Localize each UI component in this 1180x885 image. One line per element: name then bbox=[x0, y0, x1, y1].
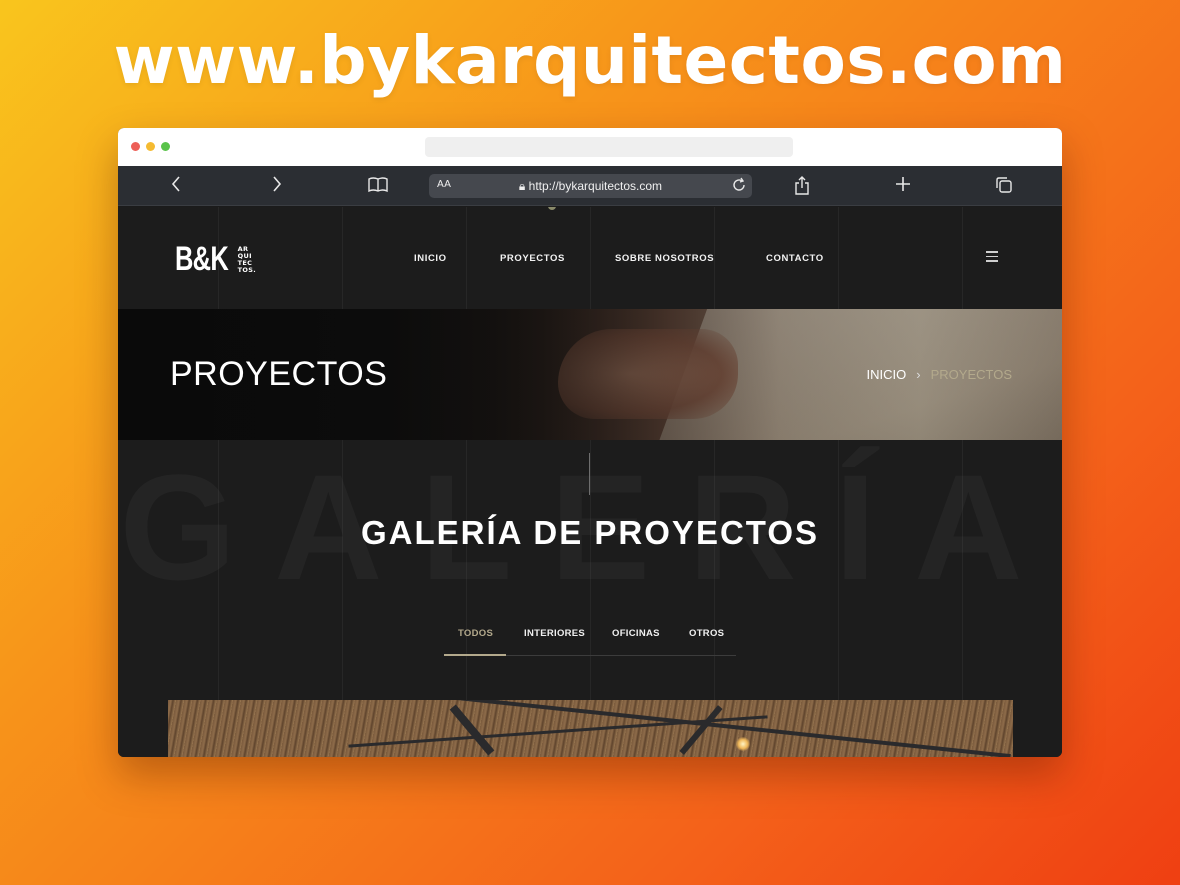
maximize-window-button[interactable] bbox=[161, 142, 170, 151]
bookmarks-book-icon[interactable] bbox=[366, 174, 390, 198]
site-logo[interactable]: B&K AR QUI TEC TOS. bbox=[175, 240, 256, 279]
reload-icon[interactable] bbox=[731, 177, 747, 196]
minimize-window-button[interactable] bbox=[146, 142, 155, 151]
back-arrow-icon[interactable] bbox=[164, 174, 188, 198]
project-thumbnail[interactable] bbox=[168, 700, 1013, 757]
nav-link-sobre-nosotros[interactable]: SOBRE NOSOTROS bbox=[615, 253, 714, 264]
gallery-heading: GALERÍA DE PROYECTOS bbox=[360, 514, 820, 551]
address-url-text: 🔒︎ http://bykarquitectos.com bbox=[429, 179, 752, 194]
tab-todos[interactable]: TODOS bbox=[458, 628, 493, 639]
nav-link-proyectos[interactable]: PROYECTOS bbox=[500, 253, 565, 264]
close-window-button[interactable] bbox=[131, 142, 140, 151]
address-url: http://bykarquitectos.com bbox=[528, 179, 663, 193]
hamburger-menu-icon[interactable] bbox=[986, 251, 998, 265]
forward-arrow-icon[interactable] bbox=[265, 174, 289, 198]
breadcrumb-home-link[interactable]: INICIO bbox=[867, 367, 907, 382]
titlebar-address-placeholder bbox=[425, 137, 793, 157]
breadcrumb-chevron-icon: › bbox=[916, 367, 921, 382]
website-viewport: B&K AR QUI TEC TOS. INICIO PROYECTOS SOB… bbox=[118, 207, 1062, 757]
tab-oficinas[interactable]: OFICINAS bbox=[612, 628, 660, 639]
browser-window: AA 🔒︎ http://bykarquitectos.com B&K AR Q… bbox=[118, 128, 1062, 757]
ceiling-lamp-image bbox=[736, 737, 750, 751]
tab-interiores[interactable]: INTERIORES bbox=[524, 628, 585, 639]
section-divider bbox=[589, 453, 590, 495]
page-hero-banner: PROYECTOS INICIO › PROYECTOS bbox=[118, 309, 1062, 440]
lock-icon: 🔒︎ bbox=[518, 179, 526, 193]
gallery-filter-tabs: TODOS INTERIORES OFICINAS OTROS bbox=[444, 621, 736, 656]
breadcrumb-current: PROYECTOS bbox=[930, 367, 1012, 382]
site-navbar: B&K AR QUI TEC TOS. INICIO PROYECTOS SOB… bbox=[118, 207, 1062, 309]
nav-link-inicio[interactable]: INICIO bbox=[414, 253, 447, 264]
logo-mark: B&K bbox=[175, 240, 229, 278]
breadcrumb: INICIO › PROYECTOS bbox=[867, 367, 1012, 382]
nav-link-contacto[interactable]: CONTACTO bbox=[766, 253, 824, 264]
browser-toolbar: AA 🔒︎ http://bykarquitectos.com bbox=[118, 166, 1062, 206]
promo-headline: www.bykarquitectos.com bbox=[113, 22, 1067, 99]
address-bar[interactable]: AA 🔒︎ http://bykarquitectos.com bbox=[429, 174, 752, 198]
tabs-overview-icon[interactable] bbox=[992, 174, 1016, 198]
page-title: PROYECTOS bbox=[170, 355, 388, 393]
window-titlebar bbox=[118, 128, 1062, 166]
active-tab-indicator bbox=[444, 654, 506, 656]
logo-subtitle: AR QUI TEC TOS. bbox=[237, 244, 256, 274]
share-icon[interactable] bbox=[790, 174, 814, 198]
new-tab-plus-icon[interactable] bbox=[891, 174, 915, 198]
tab-otros[interactable]: OTROS bbox=[689, 628, 724, 639]
